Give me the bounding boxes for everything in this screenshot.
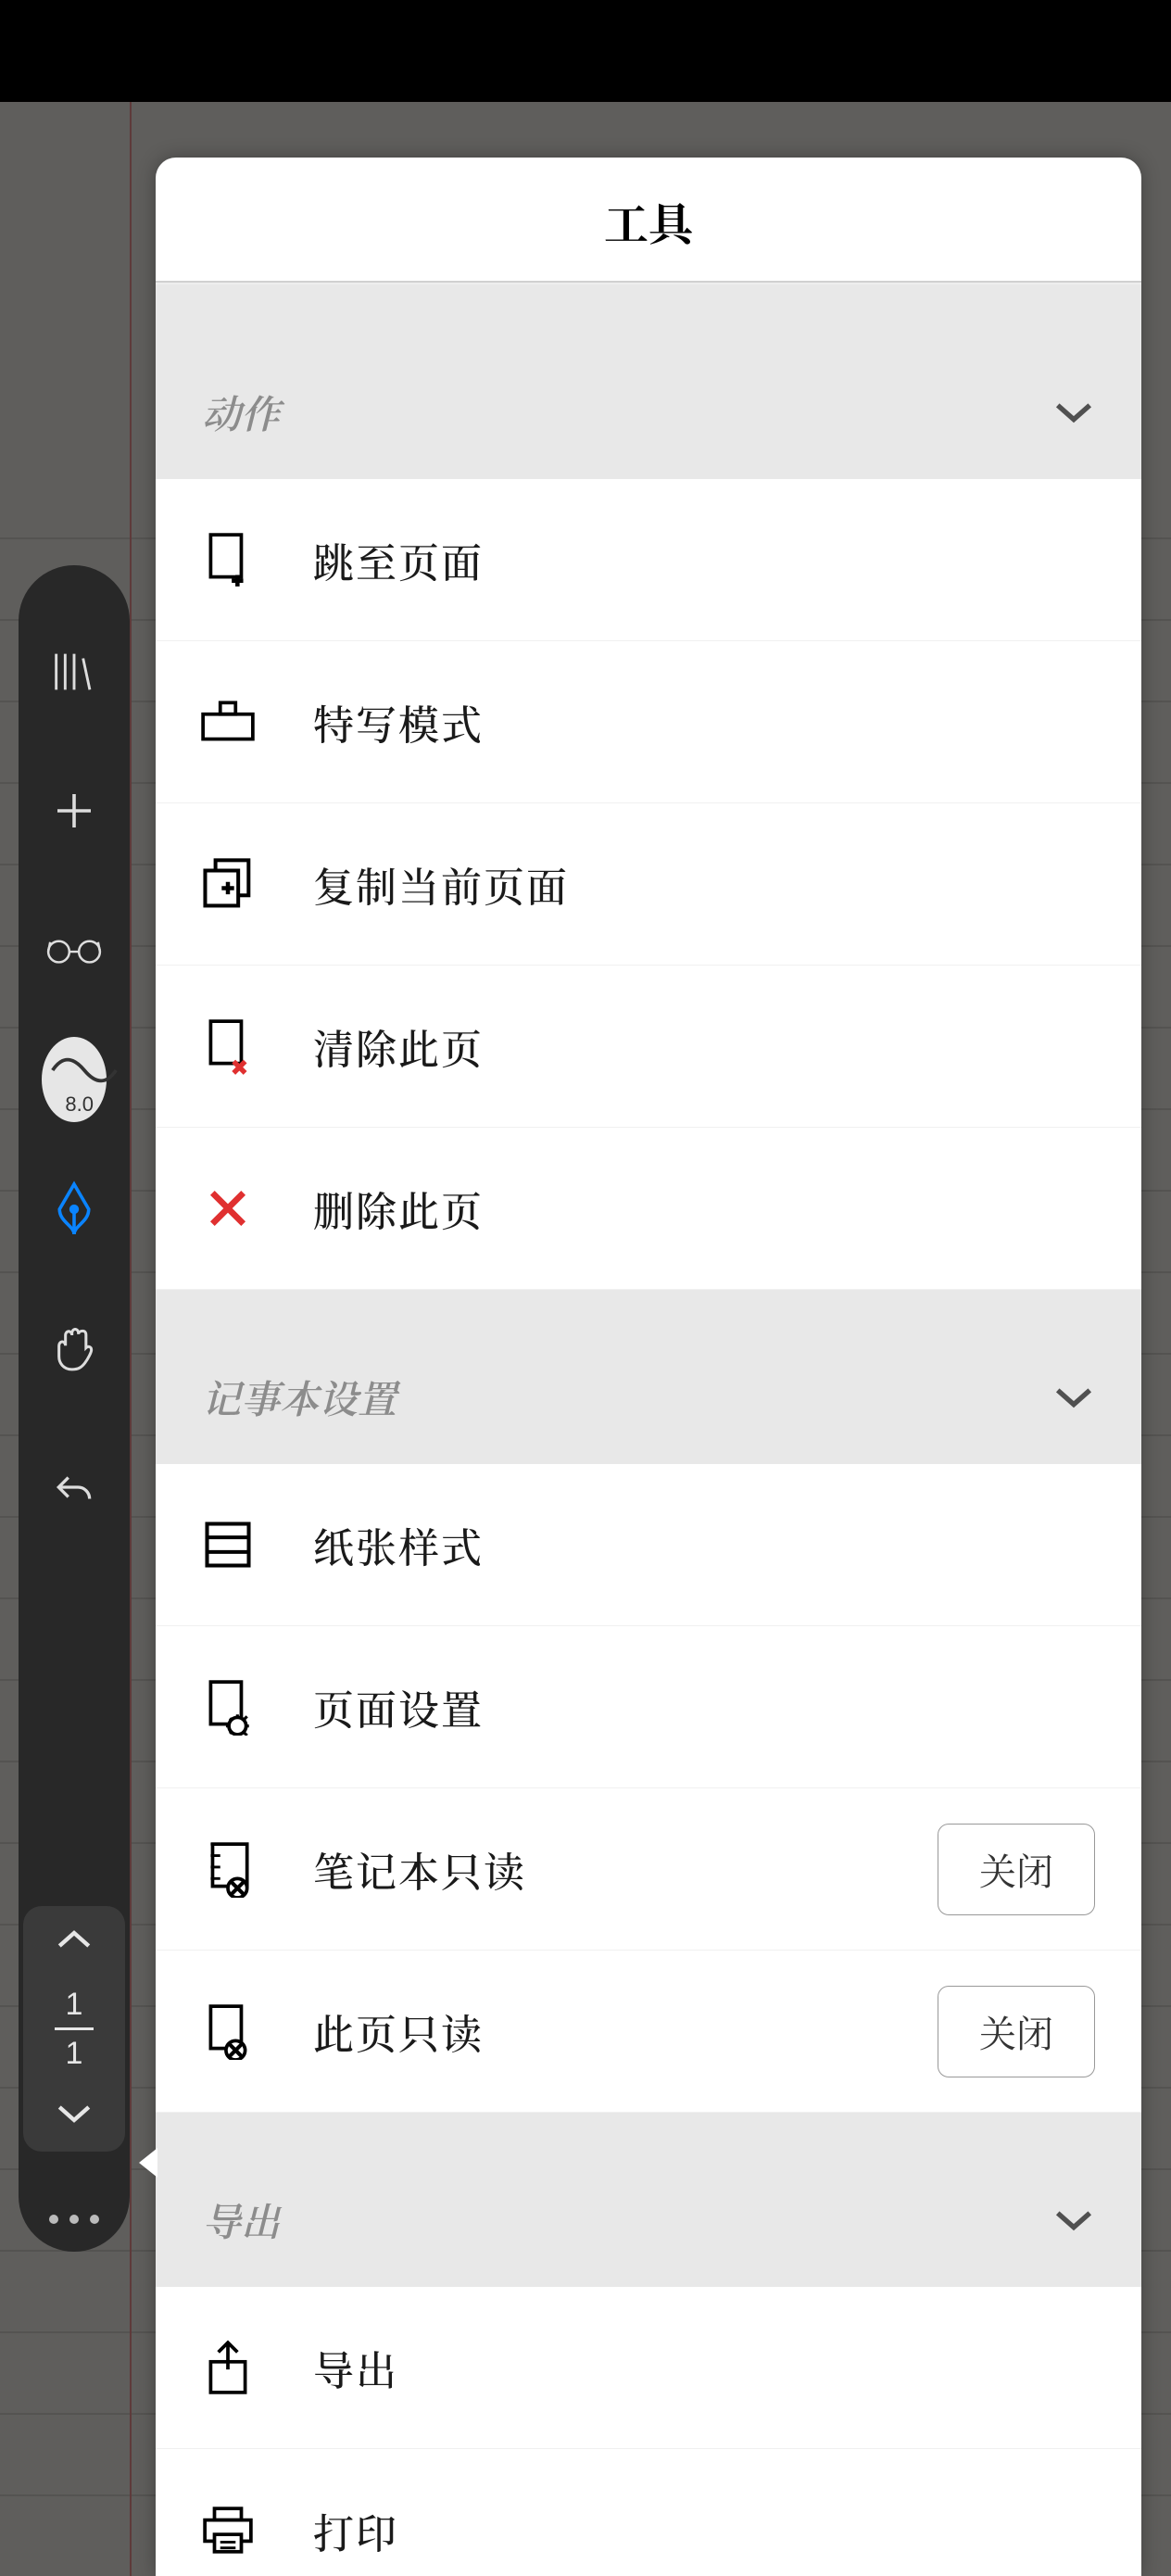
row-label: 清除此页 bbox=[313, 1017, 1095, 1076]
panel-body[interactable]: 动作 跳至页面 特写模式 复制当前页面 清除此页 bbox=[156, 283, 1141, 2576]
popover-caret bbox=[139, 2148, 157, 2178]
row-print[interactable]: 打印 bbox=[156, 2449, 1141, 2576]
page-gear-icon bbox=[196, 1675, 259, 1738]
undo-icon[interactable] bbox=[42, 1455, 107, 1520]
page-up-icon[interactable] bbox=[55, 1926, 94, 1957]
hand-tool-icon[interactable] bbox=[42, 1316, 107, 1381]
row-page-setup[interactable]: 页面设置 bbox=[156, 1626, 1141, 1788]
pen-tool-icon[interactable] bbox=[42, 1177, 107, 1242]
page-add-icon bbox=[196, 528, 259, 591]
glasses-icon[interactable] bbox=[42, 917, 107, 982]
row-notebook-readonly: 笔记本只读 关闭 bbox=[156, 1788, 1141, 1951]
chevron-down-icon bbox=[1052, 1384, 1095, 1410]
notebook-lock-icon bbox=[196, 1837, 259, 1900]
brush-size-button[interactable]: 8.0 bbox=[42, 1047, 107, 1112]
section-header-notebook[interactable]: 记事本设置 bbox=[156, 1290, 1141, 1464]
brush-size-label: 8.0 bbox=[65, 1092, 94, 1117]
clear-page-icon bbox=[196, 1015, 259, 1078]
section-title: 动作 bbox=[202, 385, 280, 440]
panel-title: 工具 bbox=[156, 158, 1141, 283]
row-export[interactable]: 导出 bbox=[156, 2287, 1141, 2449]
add-icon[interactable] bbox=[42, 778, 107, 843]
section-title: 记事本设置 bbox=[202, 1370, 397, 1425]
row-duplicate-page[interactable]: 复制当前页面 bbox=[156, 803, 1141, 966]
total-pages: 1 bbox=[55, 2038, 94, 2069]
row-label: 笔记本只读 bbox=[313, 1839, 938, 1899]
row-delete-page[interactable]: 删除此页 bbox=[156, 1128, 1141, 1290]
section-title: 导出 bbox=[202, 2192, 280, 2248]
row-label: 删除此页 bbox=[313, 1179, 1095, 1238]
section-header-actions[interactable]: 动作 bbox=[156, 283, 1141, 479]
row-paper-style[interactable]: 纸张样式 bbox=[156, 1464, 1141, 1626]
chevron-down-icon bbox=[1052, 2207, 1095, 2233]
row-label: 打印 bbox=[313, 2501, 1095, 2560]
focus-icon bbox=[196, 690, 259, 753]
row-label: 纸张样式 bbox=[313, 1515, 1095, 1574]
row-clear-page[interactable]: 清除此页 bbox=[156, 966, 1141, 1128]
current-page: 1 bbox=[55, 1989, 94, 2020]
toggle-page-readonly[interactable]: 关闭 bbox=[938, 1986, 1095, 2077]
duplicate-icon bbox=[196, 852, 259, 915]
page-down-icon[interactable] bbox=[55, 2101, 94, 2131]
tools-panel: 工具 动作 跳至页面 特写模式 复制当前页面 bbox=[156, 158, 1141, 2576]
vertical-toolbar: 8.0 1 1 bbox=[19, 565, 130, 2252]
print-icon bbox=[196, 2499, 259, 2562]
page-indicator[interactable]: 1 1 bbox=[55, 1989, 94, 2069]
delete-icon bbox=[196, 1177, 259, 1240]
library-icon[interactable] bbox=[42, 639, 107, 704]
row-page-readonly: 此页只读 关闭 bbox=[156, 1951, 1141, 2113]
more-icon[interactable] bbox=[49, 2215, 99, 2224]
row-closeup-mode[interactable]: 特写模式 bbox=[156, 641, 1141, 803]
row-label: 跳至页面 bbox=[313, 530, 1095, 589]
row-label: 特写模式 bbox=[313, 692, 1095, 751]
page-lock-icon bbox=[196, 2000, 259, 2063]
row-label: 此页只读 bbox=[313, 2001, 938, 2061]
toggle-notebook-readonly[interactable]: 关闭 bbox=[938, 1824, 1095, 1915]
chevron-down-icon bbox=[1052, 399, 1095, 425]
row-label: 页面设置 bbox=[313, 1677, 1095, 1736]
row-jump-to-page[interactable]: 跳至页面 bbox=[156, 479, 1141, 641]
page-navigator: 1 1 bbox=[23, 1906, 125, 2152]
row-label: 复制当前页面 bbox=[313, 854, 1095, 914]
lines-icon bbox=[196, 1513, 259, 1576]
section-header-export[interactable]: 导出 bbox=[156, 2113, 1141, 2287]
row-label: 导出 bbox=[313, 2338, 1095, 2397]
export-icon bbox=[196, 2336, 259, 2399]
